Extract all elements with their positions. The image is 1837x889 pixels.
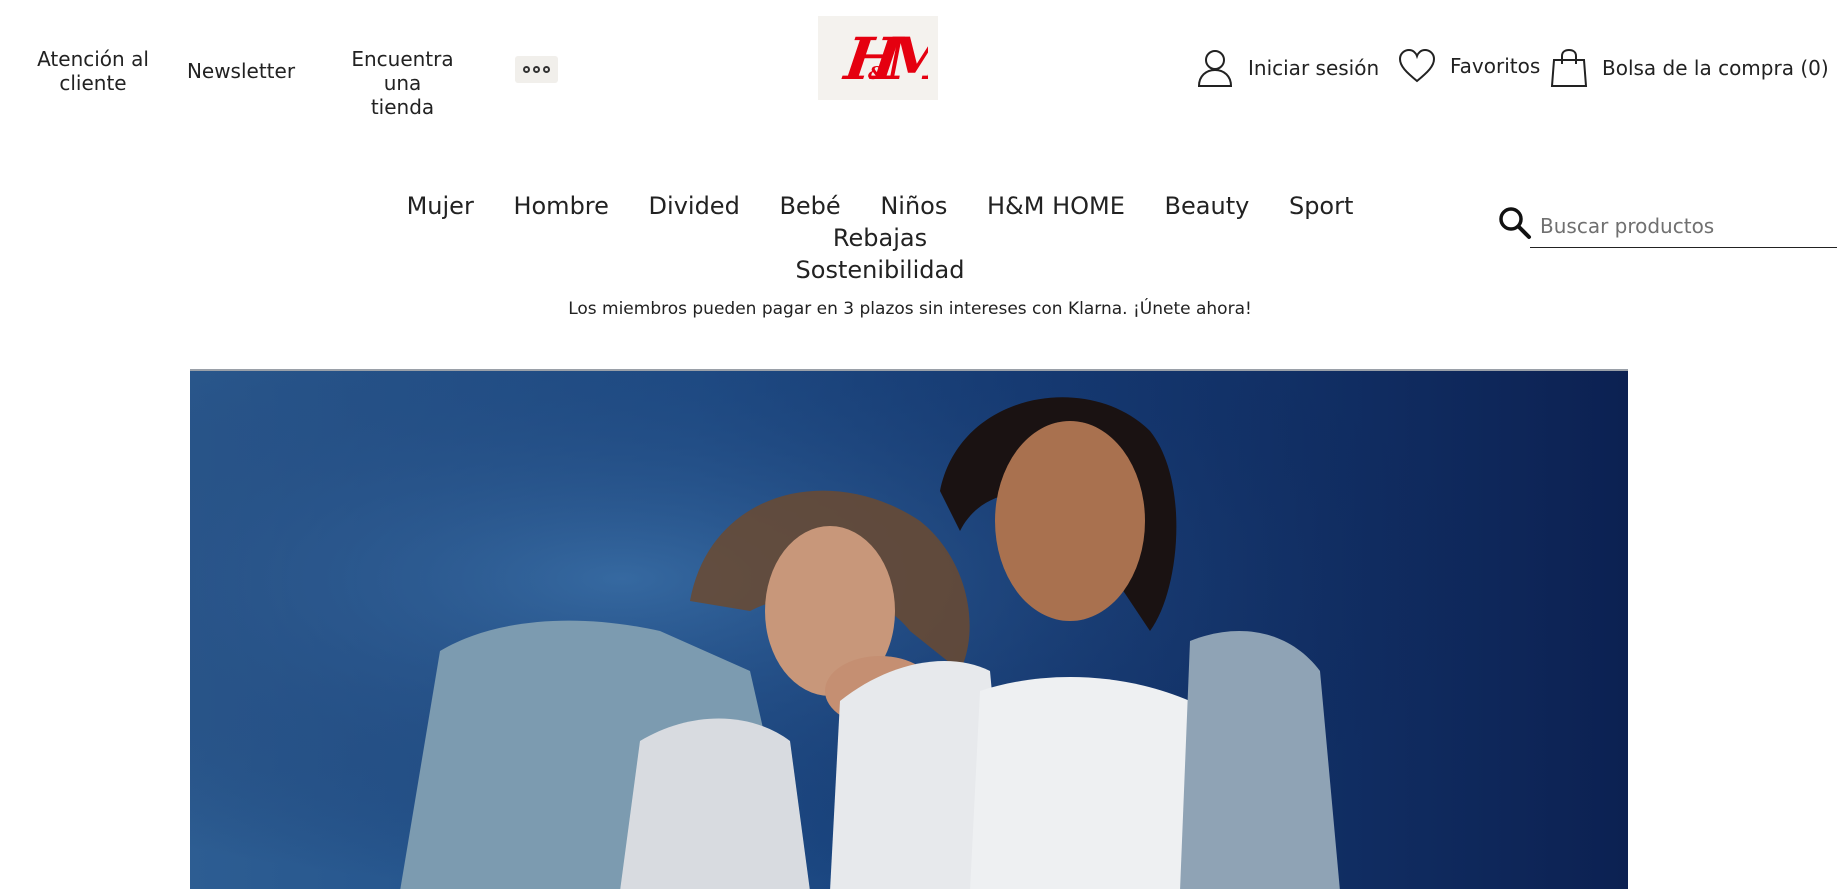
heart-icon (1398, 48, 1436, 83)
favorites-label: Favoritos (1450, 54, 1541, 78)
user-icon (1197, 50, 1233, 87)
svg-text:M: M (884, 25, 928, 93)
page: Atención al cliente Newsletter Encuentra… (0, 0, 1837, 889)
search-icon-svg (1499, 207, 1531, 239)
shopping-bag-icon (1550, 48, 1588, 87)
more-dots-icon-dot (543, 66, 550, 73)
customer-service-link[interactable]: Atención al cliente (30, 47, 156, 95)
search-input[interactable] (1530, 204, 1837, 248)
favorites-link[interactable]: Favoritos (1398, 48, 1540, 84)
login-label: Iniciar sesión (1248, 56, 1380, 80)
hero-image[interactable] (190, 369, 1628, 889)
find-store-link[interactable]: Encuentra una tienda (330, 47, 475, 119)
nav-item-hm-home[interactable]: H&M HOME (987, 190, 1125, 222)
nav-item-divided[interactable]: Divided (649, 190, 740, 222)
search-box (1498, 204, 1837, 252)
more-options-button[interactable] (515, 56, 558, 83)
shopping-bag-label: Bolsa de la compra (0) (1602, 56, 1829, 80)
nav-item-hombre[interactable]: Hombre (513, 190, 608, 222)
hm-logo-mark: H & M (839, 24, 928, 93)
nav-item-rebajas[interactable]: Rebajas (833, 222, 927, 254)
more-dots-icon (523, 66, 530, 73)
shopping-bag-link[interactable]: Bolsa de la compra (0) (1550, 48, 1829, 88)
klarna-promo-banner[interactable]: Los miembros pueden pagar en 3 plazos si… (0, 299, 1820, 319)
hero-photo (190, 371, 1628, 889)
more-dots-icon-dot (533, 66, 540, 73)
nav-item-bebe[interactable]: Bebé (779, 190, 840, 222)
hm-logo[interactable]: H & M (818, 16, 938, 100)
nav-item-sostenibilidad[interactable]: Sostenibilidad (796, 254, 965, 286)
search-icon[interactable] (1498, 206, 1532, 240)
nav-item-beauty[interactable]: Beauty (1165, 190, 1250, 222)
nav-item-ninos[interactable]: Niños (880, 190, 947, 222)
nav-item-sport[interactable]: Sport (1289, 190, 1353, 222)
newsletter-link[interactable]: Newsletter (182, 59, 300, 83)
login-link[interactable]: Iniciar sesión (1196, 48, 1379, 88)
nav-item-mujer[interactable]: Mujer (407, 190, 474, 222)
main-navigation: Mujer Hombre Divided Bebé Niños H&M HOME… (340, 190, 1420, 286)
svg-text:&: & (868, 63, 885, 84)
